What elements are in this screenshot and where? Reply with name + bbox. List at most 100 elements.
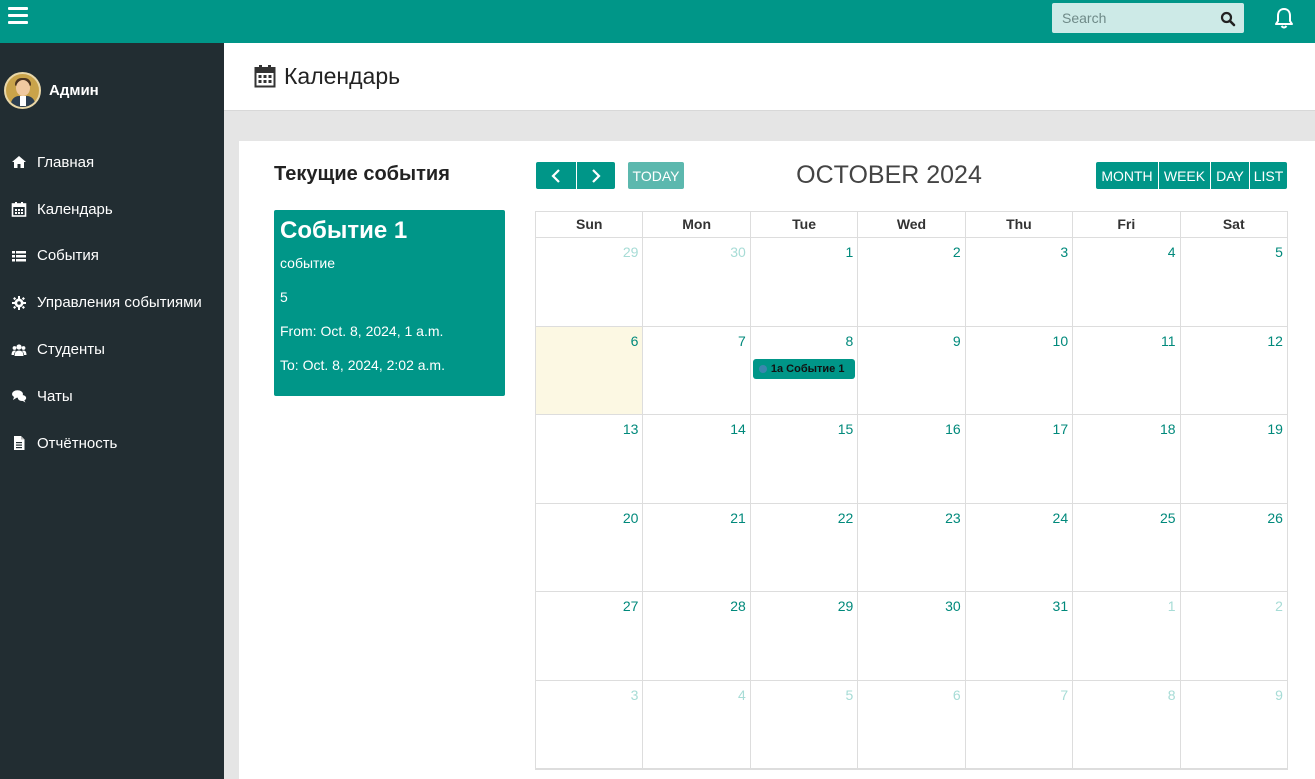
day-number: 19 <box>1267 421 1283 437</box>
event-number: 5 <box>280 289 288 305</box>
sidebar-item-chats[interactable]: Чаты <box>0 373 224 420</box>
search-icon[interactable] <box>1220 11 1236 27</box>
sidebar-item-events[interactable]: События <box>0 233 224 280</box>
day-number: 25 <box>1159 509 1176 526</box>
day-cell[interactable]: 15 <box>751 415 859 503</box>
sidebar-nav: Главная Календарь События Управления соб… <box>0 139 224 467</box>
today-button[interactable]: TODAY <box>628 162 684 189</box>
day-cell[interactable]: 8 <box>1073 680 1181 768</box>
day-number: 22 <box>837 509 854 526</box>
day-cell[interactable]: 29 <box>536 238 644 326</box>
day-number: 29 <box>837 598 854 614</box>
day-cell[interactable]: 20 <box>536 503 644 591</box>
day-number: 6 <box>630 332 639 349</box>
day-number: 21 <box>730 509 746 526</box>
day-cell[interactable]: 27 <box>536 592 644 680</box>
hamburger-icon[interactable] <box>8 7 28 25</box>
day-cell[interactable]: 11 <box>1073 326 1181 414</box>
day-cell[interactable]: 14 <box>643 415 751 503</box>
week-row: 13 14 15 16 17 18 19 <box>536 415 1288 504</box>
day-number: 28 <box>730 598 746 614</box>
day-cell[interactable]: 7 <box>966 680 1074 768</box>
search-box <box>1052 3 1244 33</box>
day-cell[interactable]: 4 <box>643 680 751 768</box>
day-number: 20 <box>622 509 639 526</box>
calendar-event[interactable]: 1a Событие 1 <box>752 358 855 379</box>
day-cell[interactable]: 13 <box>536 415 644 503</box>
bell-icon[interactable] <box>1274 7 1294 29</box>
sidebar-item-label: Чаты <box>37 387 73 405</box>
day-cell[interactable]: 30 <box>643 238 751 326</box>
day-number: 14 <box>730 421 746 437</box>
next-button[interactable] <box>577 162 615 189</box>
day-cell[interactable]: 18 <box>1073 415 1181 503</box>
day-number: 13 <box>622 421 639 437</box>
day-cell[interactable]: 25 <box>1073 503 1181 591</box>
day-cell[interactable]: 1 <box>751 238 859 326</box>
sidebar-item-label: Студенты <box>37 341 105 359</box>
calendar-grid: Sun Mon Tue Wed Thu Fri Sat 29 30 1 2 3 … <box>535 211 1288 770</box>
day-cell[interactable]: 3 <box>536 680 644 768</box>
day-cell[interactable]: 5 <box>751 680 859 768</box>
day-number: 9 <box>1275 686 1283 703</box>
day-cell[interactable]: 21 <box>643 503 751 591</box>
day-cell[interactable]: 19 <box>1181 415 1288 503</box>
search-input[interactable] <box>1052 3 1212 33</box>
day-cell[interactable]: 5 <box>1181 238 1288 326</box>
day-cell[interactable]: 31 <box>966 592 1074 680</box>
day-cell[interactable]: 12 <box>1181 326 1288 414</box>
day-cell[interactable]: 16 <box>858 415 966 503</box>
day-cell[interactable]: 8 1a Событие 1 <box>751 326 859 414</box>
day-cell[interactable]: 17 <box>966 415 1074 503</box>
day-number: 5 <box>1275 244 1283 260</box>
week-row: 27 28 29 30 31 1 2 <box>536 592 1288 681</box>
month-view-button[interactable]: MONTH <box>1096 162 1158 189</box>
gear-icon <box>11 295 27 311</box>
day-number: 1 <box>1167 598 1176 614</box>
day-cell[interactable]: 24 <box>966 503 1074 591</box>
sidebar-item-home[interactable]: Главная <box>0 139 224 186</box>
day-cell[interactable]: 23 <box>858 503 966 591</box>
top-bar <box>0 0 1315 43</box>
day-cell[interactable]: 30 <box>858 592 966 680</box>
day-cell[interactable]: 10 <box>966 326 1074 414</box>
day-view-button[interactable]: DAY <box>1211 162 1249 189</box>
list-view-button[interactable]: LIST <box>1250 162 1287 189</box>
day-number: 18 <box>1159 421 1176 437</box>
user-panel: Админ <box>4 71 99 109</box>
sidebar-item-calendar[interactable]: Календарь <box>0 186 224 233</box>
day-cell[interactable]: 7 <box>643 326 751 414</box>
sidebar-item-reports[interactable]: Отчётность <box>0 420 224 467</box>
day-number: 31 <box>1052 598 1069 614</box>
day-cell[interactable]: 4 <box>1073 238 1181 326</box>
day-cell[interactable]: 2 <box>1181 592 1288 680</box>
day-number: 8 <box>1167 686 1176 703</box>
day-number: 7 <box>738 332 746 349</box>
event-description: событие <box>280 255 336 271</box>
day-cell[interactable]: 1 <box>1073 592 1181 680</box>
day-cell[interactable]: 2 <box>858 238 966 326</box>
day-cell[interactable]: 3 <box>966 238 1074 326</box>
day-cell[interactable]: 6 <box>858 680 966 768</box>
day-number: 2 <box>952 244 961 260</box>
prev-button[interactable] <box>536 162 576 189</box>
day-number: 4 <box>738 686 746 703</box>
day-number: 30 <box>945 598 961 614</box>
day-cell[interactable]: 29 <box>751 592 859 680</box>
day-number: 3 <box>630 686 639 703</box>
day-number: 29 <box>622 244 639 260</box>
sidebar-item-event-management[interactable]: Управления событиями <box>0 279 224 326</box>
day-cell[interactable]: 9 <box>858 326 966 414</box>
week-view-button[interactable]: WEEK <box>1159 162 1210 189</box>
sidebar-item-students[interactable]: Студенты <box>0 326 224 373</box>
day-cell[interactable]: 9 <box>1181 680 1288 768</box>
chevron-right-icon <box>592 168 601 183</box>
day-cell-today[interactable]: 6 <box>536 326 644 414</box>
day-number: 15 <box>837 421 854 437</box>
event-card[interactable]: Событие 1 событие 5 From: Oct. 8, 2024, … <box>274 210 505 396</box>
sidebar-item-label: Календарь <box>37 200 113 218</box>
day-cell[interactable]: 26 <box>1181 503 1288 591</box>
day-cell[interactable]: 22 <box>751 503 859 591</box>
day-cell[interactable]: 28 <box>643 592 751 680</box>
event-title: Событие 1 <box>280 217 408 244</box>
